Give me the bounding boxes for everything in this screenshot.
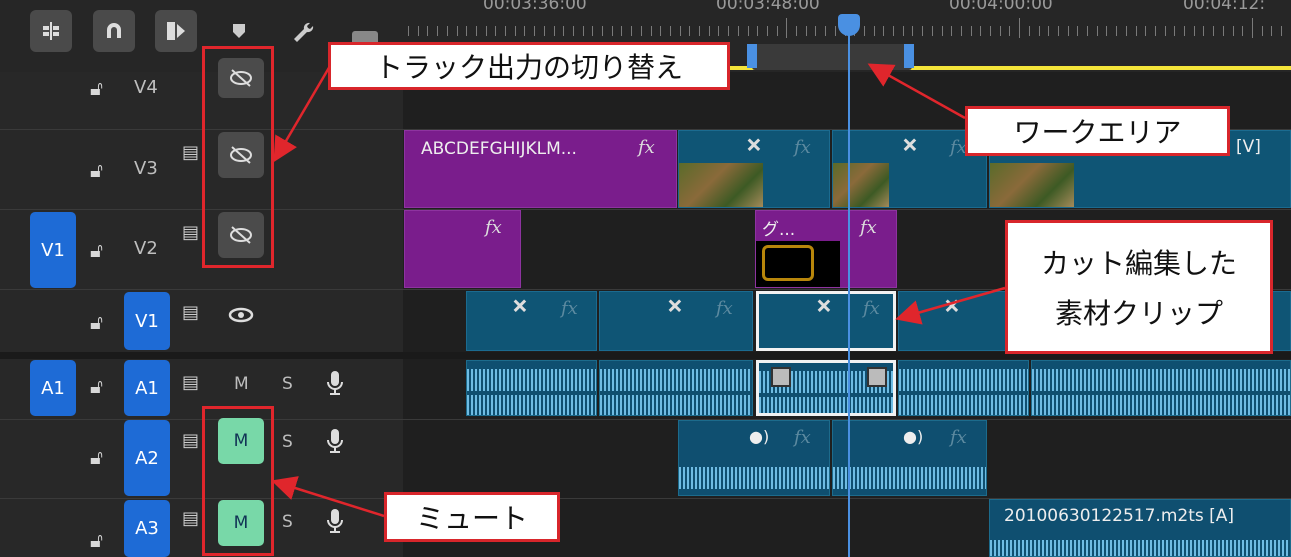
annotation-arrows <box>271 63 1006 518</box>
